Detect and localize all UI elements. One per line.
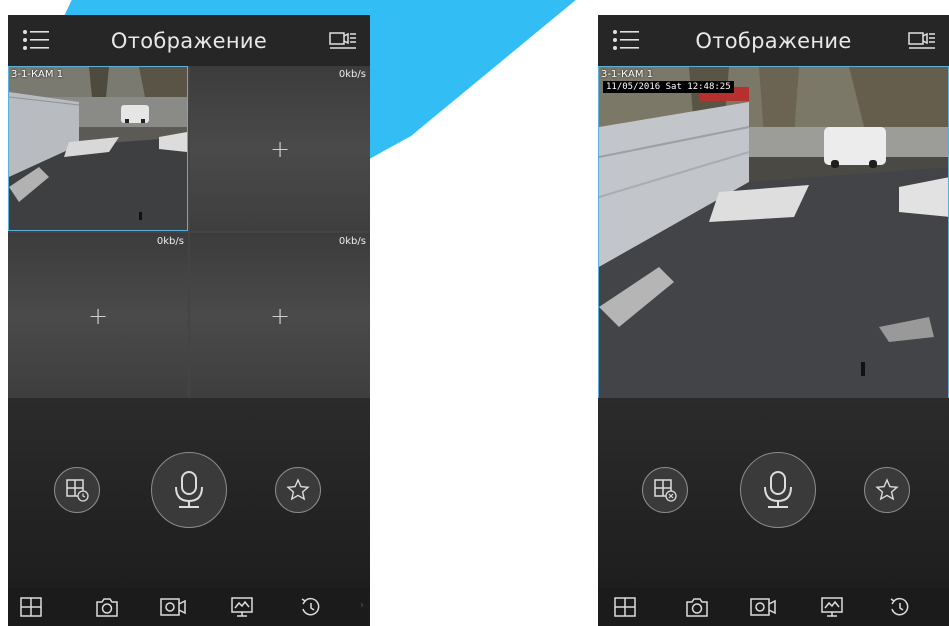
phone-screen-single-view: Отображение 3-1-КАМ 1 11/05/2016 Sat 12:… [598,15,949,626]
video-record-icon[interactable] [159,596,189,618]
grid-icon[interactable] [613,596,637,618]
page-title: Отображение [110,28,268,53]
microphone-icon [764,471,792,508]
camera-list-icon[interactable] [907,28,937,52]
camera-label: 3-1-КАМ 1 [601,69,654,80]
phone-screen-split-view: Отображение 3-1-КАМ 1 0kb/s + 0kb/s + 0k… [8,15,370,626]
add-camera-icon[interactable]: + [88,302,108,330]
split-schedule-icon [66,479,89,502]
video-cell-empty[interactable]: 0kb/s + [8,233,188,398]
top-bar: Отображение [8,15,370,66]
video-cell-empty[interactable]: 0kb/s + [190,233,370,398]
bitrate-label: 0kb/s [338,69,366,80]
grid-icon[interactable] [19,596,43,618]
camera-feed-image [9,67,187,230]
playback-icon[interactable] [299,596,323,618]
video-cell-camera-1[interactable]: 3-1-КАМ 1 [8,66,188,231]
camera-feed-image [599,67,948,399]
camera-icon[interactable] [95,596,119,618]
top-bar: Отображение [598,15,949,66]
timestamp-overlay: 11/05/2016 Sat 12:48:25 [603,81,734,93]
star-icon [286,478,310,501]
camera-label: 3-1-КАМ 1 [11,69,64,80]
camera-list-icon[interactable] [328,28,358,52]
microphone-icon [175,471,203,508]
talk-button[interactable] [151,452,227,528]
page-title: Отображение [695,28,852,53]
favorite-button[interactable] [275,467,321,513]
split-close-icon [654,479,677,502]
menu-icon[interactable] [612,27,640,53]
control-panel [598,398,949,588]
camera-icon[interactable] [685,596,709,618]
star-icon [875,478,899,501]
talk-button[interactable] [740,452,816,528]
monitor-icon[interactable] [230,596,254,618]
layout-schedule-button[interactable] [54,467,100,513]
video-cell-camera-1[interactable]: 3-1-КАМ 1 11/05/2016 Sat 12:48:25 [598,66,949,400]
bottom-toolbar [598,588,949,626]
bitrate-label: 0kb/s [338,236,366,247]
favorite-button[interactable] [864,467,910,513]
menu-icon[interactable] [22,27,50,53]
chevron-right-icon[interactable]: › [360,600,364,611]
add-camera-icon[interactable]: + [270,135,290,163]
playback-icon[interactable] [888,596,912,618]
layout-close-button[interactable] [642,467,688,513]
control-panel [8,398,370,588]
bottom-toolbar: › [8,588,370,626]
monitor-icon[interactable] [820,596,844,618]
video-grid: 3-1-КАМ 1 0kb/s + 0kb/s + 0kb/s + [8,66,370,398]
bitrate-label: 0kb/s [156,236,184,247]
video-cell-empty[interactable]: 0kb/s + [190,66,370,231]
add-camera-icon[interactable]: + [270,302,290,330]
video-record-icon[interactable] [749,596,779,618]
